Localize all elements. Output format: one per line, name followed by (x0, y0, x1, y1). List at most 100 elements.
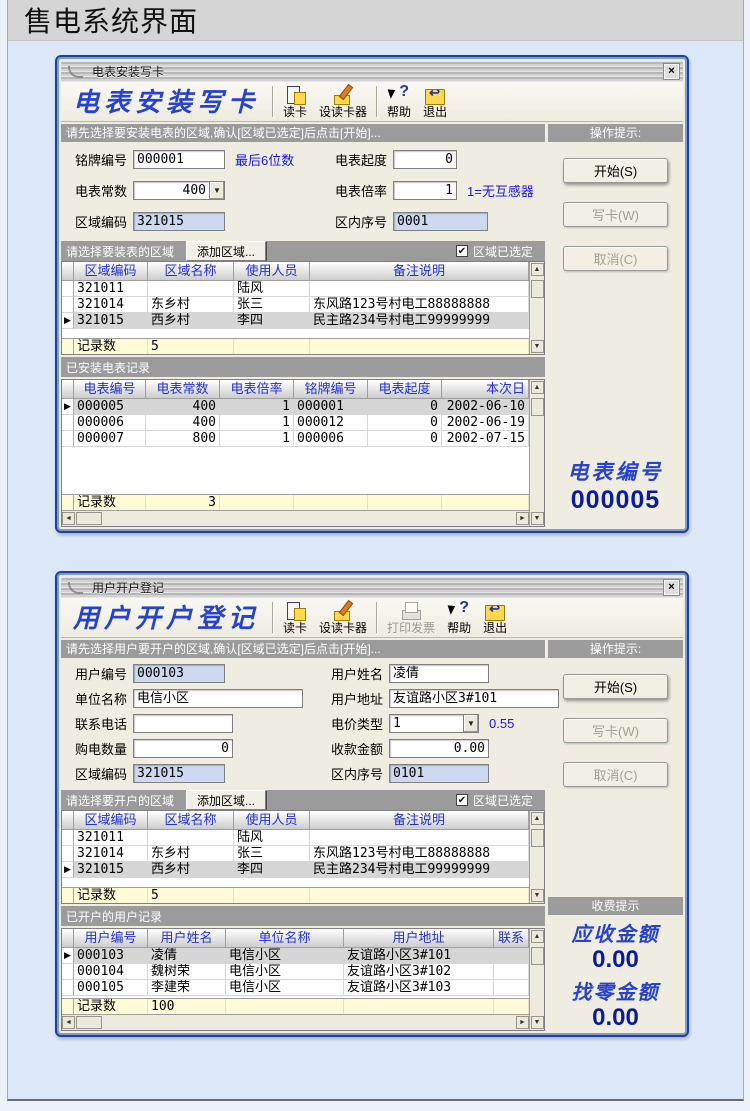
window-title: 电表安装写卡 (92, 63, 164, 80)
table-row[interactable]: 321014 东乡村 张三 东风路123号村电工88888888 (62, 297, 529, 313)
scroll-down-icon[interactable]: ▼ (531, 512, 544, 525)
column-header[interactable]: 备注说明 (310, 811, 529, 830)
address-input[interactable]: 友谊路小区3#101 (389, 689, 559, 708)
scroll-down-icon[interactable]: ▼ (531, 889, 544, 902)
table-row[interactable]: 000104 魏树荣 电信小区 友谊路小区3#102 (62, 964, 529, 980)
column-header[interactable]: 区域名称 (148, 811, 234, 830)
vertical-scrollbar[interactable]: ▲ ▼ (529, 380, 544, 526)
column-header[interactable]: 电表起度 (368, 380, 442, 399)
table-row[interactable]: 321011 陆风 (62, 281, 529, 297)
scroll-thumb[interactable] (531, 398, 544, 416)
column-header[interactable]: 区域编码 (74, 811, 148, 830)
add-region-button[interactable]: 添加区域... (186, 241, 266, 261)
column-header[interactable]: 联系 (494, 929, 529, 948)
price-type-select[interactable]: 1 ▼ (389, 714, 479, 733)
unit-name-input[interactable]: 电信小区 (133, 689, 303, 708)
column-header[interactable]: 电表常数 (146, 380, 220, 399)
phone-input[interactable] (133, 714, 233, 733)
table-row-selected[interactable]: ▶ 321015 西乡村 李四 民主路234号村电工99999999 (62, 862, 529, 878)
table-row[interactable]: 000007 800 1 000006 0 2002-07-15 (62, 431, 529, 447)
scroll-thumb[interactable] (531, 280, 544, 298)
operation-panel: 操作提示: 开始(S) 写卡(W) 取消(C) 电表编号 000005 (548, 124, 683, 527)
table-row[interactable]: 000105 李建荣 电信小区 友谊路小区3#103 (62, 980, 529, 996)
scroll-right-icon[interactable]: ► (516, 512, 529, 525)
exit-button[interactable]: 退出 (477, 598, 513, 637)
close-icon[interactable]: × (664, 64, 679, 79)
column-header[interactable]: 电表编号 (74, 380, 146, 399)
set-reader-button[interactable]: 设读卡器 (313, 82, 373, 121)
grid-corner (62, 929, 74, 948)
column-header[interactable]: 备注说明 (310, 262, 529, 281)
scroll-right-icon[interactable]: ► (516, 1016, 529, 1029)
user-name-input[interactable]: 凌倩 (389, 664, 489, 683)
scroll-thumb[interactable] (531, 947, 544, 965)
vertical-scrollbar[interactable]: ▲ ▼ (529, 262, 544, 354)
table-row-selected[interactable]: ▶ 321015 西乡村 李四 民主路234号村电工99999999 (62, 313, 529, 329)
field-label: 联系电话 (75, 714, 133, 733)
set-reader-button[interactable]: 设读卡器 (313, 598, 373, 637)
checkbox-check-icon[interactable]: ✔ (456, 245, 468, 257)
scroll-thumb[interactable] (76, 512, 102, 525)
column-header[interactable]: 电表倍率 (220, 380, 294, 399)
vertical-scrollbar[interactable]: ▲ ▼ (529, 811, 544, 903)
start-button[interactable]: 开始(S) (563, 158, 668, 183)
column-header[interactable]: 用户地址 (344, 929, 494, 948)
table-row-selected[interactable]: ▶ 000005 400 1 000001 0 2002-06-10 (62, 399, 529, 415)
region-selected-checkbox[interactable]: ✔ 区域已选定 (456, 243, 545, 260)
ratio-input[interactable]: 1 (393, 181, 457, 200)
combo-arrow-icon[interactable]: ▼ (463, 714, 479, 733)
help-button[interactable]: 帮助 (381, 82, 417, 121)
column-header[interactable]: 使用人员 (234, 811, 310, 830)
column-header[interactable]: 单位名称 (226, 929, 344, 948)
horizontal-scrollbar[interactable]: ◄ ► (62, 510, 529, 526)
read-card-button[interactable]: 读卡 (277, 598, 313, 637)
column-header[interactable]: 使用人员 (234, 262, 310, 281)
column-header[interactable]: 区域编码 (74, 262, 148, 281)
column-header[interactable]: 铭牌编号 (294, 380, 368, 399)
scroll-left-icon[interactable]: ◄ (62, 512, 75, 525)
start-button[interactable]: 开始(S) (563, 674, 668, 699)
start-reading-input[interactable]: 0 (393, 150, 457, 169)
column-header[interactable]: 本次日 (442, 380, 529, 399)
close-icon[interactable]: × (664, 580, 679, 595)
vertical-scrollbar[interactable]: ▲ ▼ (529, 929, 544, 1030)
checkbox-check-icon[interactable]: ✔ (456, 794, 468, 806)
meter-number-label: 电表编号 (548, 456, 683, 486)
quantity-input[interactable]: 0 (133, 739, 233, 758)
combo-arrow-icon[interactable]: ▼ (209, 181, 225, 200)
scroll-down-icon[interactable]: ▼ (531, 1016, 544, 1029)
table-row[interactable]: 321014 东乡村 张三 东风路123号村电工88888888 (62, 846, 529, 862)
add-region-button[interactable]: 添加区域... (186, 790, 266, 810)
scroll-thumb[interactable] (76, 1016, 102, 1029)
toolbar-separator (272, 86, 274, 117)
column-header[interactable]: 用户姓名 (148, 929, 226, 948)
titlebar[interactable]: 电表安装写卡 × (61, 61, 683, 82)
amount-input[interactable]: 0.00 (389, 739, 489, 758)
table-row[interactable]: 321011 陆风 (62, 830, 529, 846)
titlebar[interactable]: 用户开户登记 × (61, 577, 683, 598)
table-row[interactable]: 000006 400 1 000012 0 2002-06-19 (62, 415, 529, 431)
horizontal-scrollbar[interactable]: ◄ ► (62, 1014, 529, 1030)
toolbar-separator (376, 86, 378, 117)
scroll-up-icon[interactable]: ▲ (531, 930, 544, 943)
scroll-up-icon[interactable]: ▲ (531, 812, 544, 825)
nameplate-input[interactable]: 000001 (133, 150, 225, 169)
scroll-left-icon[interactable]: ◄ (62, 1016, 75, 1029)
meter-constant-select[interactable]: 400 ▼ (133, 181, 225, 200)
amount-due-label: 应收金额 (548, 918, 683, 947)
toolbar-separator (376, 602, 378, 633)
column-header[interactable]: 用户编号 (74, 929, 148, 948)
read-card-button[interactable]: 读卡 (277, 82, 313, 121)
user-id-field: 000103 (133, 664, 225, 683)
scroll-up-icon[interactable]: ▲ (531, 381, 544, 394)
toolbar-separator (272, 602, 274, 633)
region-selected-checkbox[interactable]: ✔ 区域已选定 (456, 792, 545, 809)
scroll-down-icon[interactable]: ▼ (531, 340, 544, 353)
column-header[interactable]: 区域名称 (148, 262, 234, 281)
scroll-up-icon[interactable]: ▲ (531, 263, 544, 276)
help-button[interactable]: 帮助 (441, 598, 477, 637)
table-row-selected[interactable]: ▶ 000103 凌倩 电信小区 友谊路小区3#101 (62, 948, 529, 964)
field-label: 电表倍率 (335, 181, 393, 200)
scroll-thumb[interactable] (531, 829, 544, 847)
exit-button[interactable]: 退出 (417, 82, 453, 121)
